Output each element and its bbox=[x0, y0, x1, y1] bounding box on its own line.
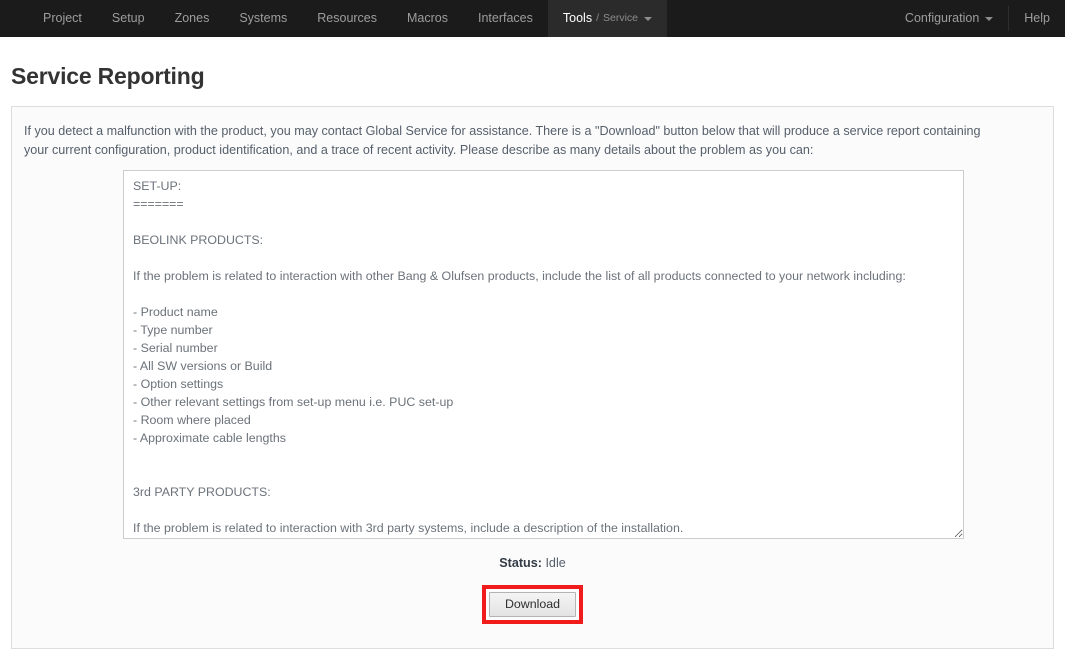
status-row: Status: Idle bbox=[24, 556, 1041, 570]
top-navbar: Project Setup Zones Systems Resources Ma… bbox=[0, 0, 1065, 37]
nav-item-label: Interfaces bbox=[478, 12, 533, 25]
report-textarea-wrapper bbox=[123, 170, 964, 539]
nav-item-label: Tools bbox=[563, 12, 592, 25]
status-label: Status: bbox=[499, 556, 542, 570]
service-report-textarea[interactable] bbox=[123, 170, 964, 539]
nav-item-label: Setup bbox=[112, 12, 145, 25]
nav-item-project[interactable]: Project bbox=[28, 0, 97, 37]
nav-item-zones[interactable]: Zones bbox=[160, 0, 225, 37]
nav-item-label: Systems bbox=[239, 12, 287, 25]
navbar-primary-menu: Project Setup Zones Systems Resources Ma… bbox=[28, 0, 667, 37]
page-title: Service Reporting bbox=[11, 63, 1065, 90]
navbar-secondary-menu: Configuration Help bbox=[890, 0, 1065, 37]
nav-item-interfaces[interactable]: Interfaces bbox=[463, 0, 548, 37]
nav-item-label: Macros bbox=[407, 12, 448, 25]
download-button-highlight: Download bbox=[482, 585, 583, 624]
nav-item-label: Project bbox=[43, 12, 82, 25]
status-value: Idle bbox=[545, 556, 565, 570]
nav-item-label: Configuration bbox=[905, 12, 979, 25]
nav-item-label: Help bbox=[1024, 12, 1050, 25]
nav-item-macros[interactable]: Macros bbox=[392, 0, 463, 37]
chevron-down-icon bbox=[644, 17, 652, 21]
nav-item-sublabel: Service bbox=[603, 13, 638, 24]
nav-item-label: Resources bbox=[317, 12, 377, 25]
download-button-row: Download bbox=[24, 585, 1041, 624]
nav-item-systems[interactable]: Systems bbox=[224, 0, 302, 37]
nav-item-help[interactable]: Help bbox=[1009, 0, 1065, 37]
intro-text: If you detect a malfunction with the pro… bbox=[24, 122, 999, 160]
nav-item-label: Zones bbox=[175, 12, 210, 25]
nav-item-resources[interactable]: Resources bbox=[302, 0, 392, 37]
nav-item-separator: / bbox=[596, 13, 599, 24]
nav-item-setup[interactable]: Setup bbox=[97, 0, 160, 37]
nav-item-tools-service[interactable]: Tools / Service bbox=[548, 0, 667, 37]
chevron-down-icon bbox=[985, 17, 993, 21]
service-reporting-panel: If you detect a malfunction with the pro… bbox=[11, 106, 1054, 649]
panel-body: If you detect a malfunction with the pro… bbox=[12, 107, 1053, 624]
download-button[interactable]: Download bbox=[489, 592, 576, 617]
nav-item-configuration[interactable]: Configuration bbox=[890, 0, 1008, 37]
